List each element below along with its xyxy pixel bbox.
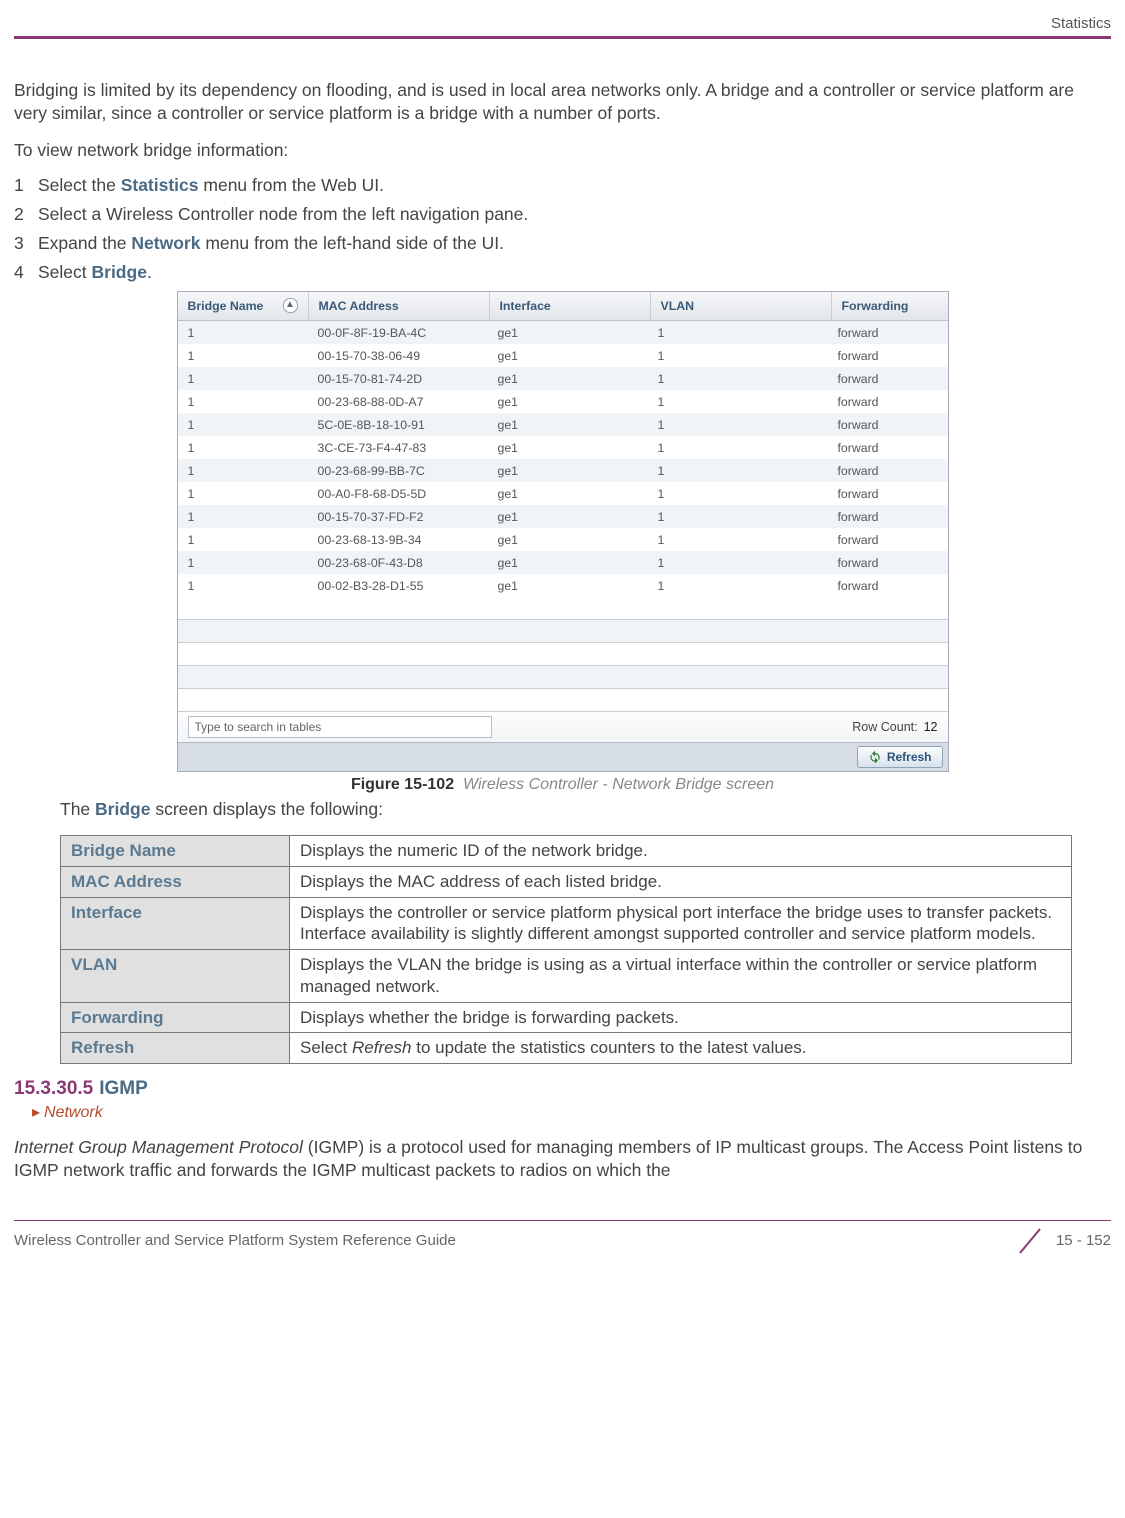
table-row: ForwardingDisplays whether the bridge is… bbox=[61, 1002, 1072, 1033]
step-1: 1 Select the Statistics menu from the We… bbox=[14, 175, 1111, 196]
table-row[interactable]: 100-A0-F8-68-D5-5Dge11forward bbox=[178, 482, 948, 505]
figure-caption: Figure 15-102 Wireless Controller - Netw… bbox=[14, 776, 1111, 794]
table-header: Bridge Name▲ MAC Address Interface VLAN … bbox=[178, 292, 948, 321]
table-row[interactable]: 100-02-B3-28-D1-55ge11forward bbox=[178, 574, 948, 597]
table-row[interactable]: 100-23-68-0F-43-D8ge11forward bbox=[178, 551, 948, 574]
section-heading: 15.3.30.5IGMP bbox=[14, 1078, 1111, 1100]
step-2: 2 Select a Wireless Controller node from… bbox=[14, 204, 1111, 225]
table-row[interactable]: 100-15-70-37-FD-F2ge11forward bbox=[178, 505, 948, 528]
col-forwarding[interactable]: Forwarding bbox=[832, 292, 948, 320]
table-row[interactable]: 100-23-68-13-9B-34ge11forward bbox=[178, 528, 948, 551]
sort-asc-icon[interactable]: ▲ bbox=[283, 298, 298, 313]
table-row[interactable]: 100-23-68-99-BB-7Cge11forward bbox=[178, 459, 948, 482]
table-row: MAC AddressDisplays the MAC address of e… bbox=[61, 866, 1072, 897]
header-section: Statistics bbox=[14, 15, 1111, 36]
page-footer: Wireless Controller and Service Platform… bbox=[14, 1220, 1111, 1257]
table-row[interactable]: 15C-0E-8B-18-10-91ge11forward bbox=[178, 413, 948, 436]
step-4: 4 Select Bridge. bbox=[14, 262, 1111, 283]
table-search-bar: Row Count:12 bbox=[178, 711, 948, 742]
page-number: 15 - 152 bbox=[1056, 1232, 1111, 1249]
description-table: Bridge NameDisplays the numeric ID of th… bbox=[60, 835, 1072, 1064]
table-row[interactable]: 100-15-70-81-74-2Dge11forward bbox=[178, 367, 948, 390]
col-bridge-name[interactable]: Bridge Name▲ bbox=[178, 292, 309, 320]
igmp-para: Internet Group Management Protocol (IGMP… bbox=[14, 1136, 1111, 1182]
table-row[interactable]: 100-0F-8F-19-BA-4Cge11forward bbox=[178, 321, 948, 344]
table-row: Bridge NameDisplays the numeric ID of th… bbox=[61, 836, 1072, 867]
table-row[interactable]: 100-15-70-38-06-49ge11forward bbox=[178, 344, 948, 367]
col-interface[interactable]: Interface bbox=[490, 292, 651, 320]
col-mac[interactable]: MAC Address bbox=[309, 292, 490, 320]
refresh-icon bbox=[868, 750, 882, 764]
search-input[interactable] bbox=[188, 716, 492, 738]
intro-para-2: To view network bridge information: bbox=[14, 139, 1111, 162]
breadcrumb: Network bbox=[32, 1102, 1111, 1122]
footer-title: Wireless Controller and Service Platform… bbox=[14, 1232, 456, 1249]
table-row: RefreshSelect Refresh to update the stat… bbox=[61, 1033, 1072, 1064]
desc-intro: The Bridge screen displays the following… bbox=[60, 798, 1111, 821]
bridge-table-screenshot: Bridge Name▲ MAC Address Interface VLAN … bbox=[177, 291, 949, 772]
col-vlan[interactable]: VLAN bbox=[651, 292, 832, 320]
row-count-label: Row Count:12 bbox=[852, 720, 937, 734]
table-row[interactable]: 100-23-68-88-0D-A7ge11forward bbox=[178, 390, 948, 413]
table-row: InterfaceDisplays the controller or serv… bbox=[61, 897, 1072, 950]
slash-icon bbox=[1014, 1225, 1046, 1257]
step-3: 3 Expand the Network menu from the left-… bbox=[14, 233, 1111, 254]
table-row[interactable]: 13C-CE-73-F4-47-83ge11forward bbox=[178, 436, 948, 459]
table-row: VLANDisplays the VLAN the bridge is usin… bbox=[61, 950, 1072, 1003]
steps-list: 1 Select the Statistics menu from the We… bbox=[14, 175, 1111, 283]
refresh-button[interactable]: Refresh bbox=[857, 746, 943, 768]
intro-para-1: Bridging is limited by its dependency on… bbox=[14, 79, 1111, 125]
